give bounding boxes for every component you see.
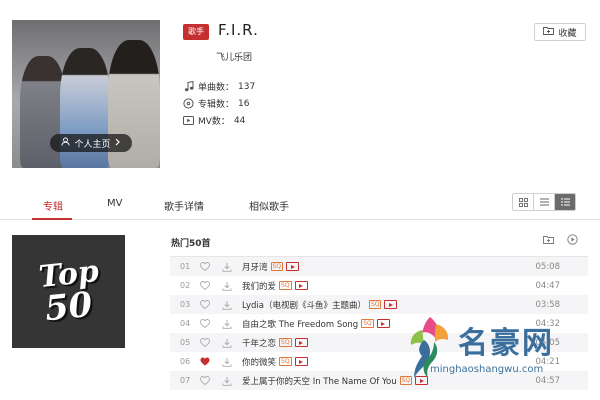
track-number: 07 (180, 376, 191, 385)
track-duration: 05:08 (535, 261, 561, 272)
stat-mv: MV数： 44 (183, 114, 245, 127)
stat-albums-label: 专辑数： (198, 100, 235, 110)
track-title[interactable]: 千年之恋 (238, 337, 276, 349)
track-number: 01 (180, 262, 191, 271)
sq-quality-badge: SQ (279, 357, 292, 366)
heart-icon[interactable] (194, 281, 216, 290)
track-title[interactable]: 我们的爱 (238, 280, 276, 292)
album-art-line2: 50 (42, 284, 95, 329)
track-row[interactable]: 02 我们的爱 SQ 04:47 (170, 276, 588, 295)
user-icon (61, 137, 71, 149)
sq-quality-badge: SQ (279, 281, 292, 290)
stat-albums-value: 16 (238, 98, 250, 109)
heart-filled-icon[interactable] (194, 357, 216, 366)
grid-icon (518, 197, 528, 207)
folder-add-icon (543, 26, 555, 38)
download-icon[interactable] (216, 357, 238, 367)
track-duration: 04:47 (535, 280, 561, 291)
collect-button[interactable]: 收藏 (534, 23, 586, 41)
track-number: 04 (180, 319, 191, 328)
watermark-text: 名豪网 (458, 326, 554, 361)
sq-quality-badge: SQ (368, 300, 382, 309)
track-number: 02 (180, 281, 191, 290)
download-icon[interactable] (216, 376, 238, 386)
track-number: 05 (180, 338, 191, 347)
heart-icon[interactable] (194, 376, 216, 385)
album-disc-icon (183, 98, 194, 109)
watermark-url: minghaoshangwu.com (430, 364, 544, 375)
download-icon[interactable] (216, 262, 238, 272)
stat-songs-label: 单曲数： (198, 83, 235, 93)
sq-quality-badge: SQ (279, 338, 292, 347)
list-view-button[interactable] (534, 194, 555, 210)
track-number: 06 (180, 357, 191, 366)
download-icon[interactable] (216, 338, 238, 348)
tab-albums[interactable]: 专辑 (43, 198, 63, 213)
detail-list-icon (560, 198, 570, 206)
stat-mv-label: MV数： (198, 117, 230, 127)
track-number: 03 (180, 300, 191, 309)
track-title[interactable]: Lydia（电视剧《斗鱼》主题曲） (238, 299, 366, 311)
music-note-icon (183, 81, 194, 92)
album-actions (543, 234, 578, 245)
heart-icon[interactable] (194, 338, 216, 347)
heart-icon[interactable] (194, 300, 216, 309)
artist-tabs: 专辑 MV 歌手详情 相似歌手 (0, 190, 600, 220)
heart-icon[interactable] (194, 262, 216, 271)
mv-play-icon[interactable] (286, 262, 300, 271)
mv-play-icon[interactable] (294, 338, 308, 347)
tab-mv[interactable]: MV (107, 198, 122, 209)
view-mode-toggle (512, 193, 576, 211)
tab-artist-details[interactable]: 歌手详情 (164, 198, 204, 213)
mv-play-icon[interactable] (384, 300, 398, 309)
artist-name: F.I.R. (218, 21, 259, 39)
collect-label: 收藏 (558, 28, 577, 39)
sq-quality-badge: SQ (361, 319, 374, 328)
mv-play-icon[interactable] (376, 319, 390, 328)
watermark-logo-icon (410, 317, 449, 378)
stat-songs-value: 137 (238, 81, 256, 92)
track-title[interactable]: 自由之歌 The Freedom Song (238, 318, 358, 330)
track-title[interactable]: 月牙湾 (238, 261, 268, 273)
watermark: 名豪网 minghaoshangwu.com (400, 308, 600, 400)
stat-albums: 专辑数： 16 (183, 97, 249, 110)
grid-view-button[interactable] (513, 194, 534, 210)
track-row[interactable]: 01 月牙湾 SQ 05:08 (170, 257, 588, 276)
artist-home-label: 个人主页 (74, 139, 111, 150)
play-all-icon[interactable] (567, 234, 578, 245)
track-title[interactable]: 爱上属于你的天空 In The Name Of You (238, 375, 397, 387)
active-tab-indicator (32, 218, 72, 220)
singer-badge: 歌手 (183, 24, 209, 40)
detail-list-view-button[interactable] (555, 194, 575, 210)
artist-alias: 飞儿乐团 (216, 53, 253, 63)
download-icon[interactable] (216, 281, 238, 291)
mv-play-icon (183, 115, 194, 126)
heart-icon[interactable] (194, 319, 216, 328)
download-icon[interactable] (216, 300, 238, 310)
mv-play-icon[interactable] (294, 357, 308, 366)
download-icon[interactable] (216, 319, 238, 329)
track-title[interactable]: 你的微笑 (238, 356, 276, 368)
stat-mv-value: 44 (233, 115, 246, 126)
sq-quality-badge: SQ (270, 262, 284, 271)
artist-cover-image: 个人主页 (12, 20, 160, 168)
album-cover-top50[interactable]: Top 50 (12, 235, 125, 348)
chevron-right-icon (115, 138, 121, 149)
tab-similar-artists[interactable]: 相似歌手 (249, 198, 289, 213)
stat-songs: 单曲数： 137 (183, 80, 255, 93)
artist-home-button[interactable]: 个人主页 (50, 134, 132, 152)
mv-play-icon[interactable] (294, 281, 308, 290)
list-icon (539, 198, 549, 206)
add-to-folder-icon[interactable] (543, 234, 554, 245)
album-title: 热门50首 (171, 239, 211, 249)
